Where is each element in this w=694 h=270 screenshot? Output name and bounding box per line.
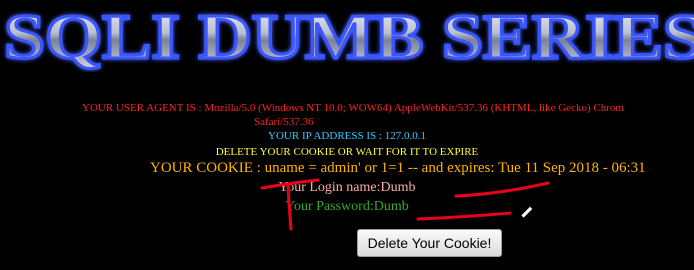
delete-cookie-notice: DELETE YOUR COOKIE OR WAIT FOR IT TO EXP… — [215, 146, 479, 158]
user-agent-continuation: Safari/537.36 — [254, 116, 314, 128]
banner-art: SQLI DUMB SERIES — [3, 0, 694, 72]
pen-cursor-icon — [518, 205, 534, 221]
login-name-label: Your Login name: — [278, 180, 381, 195]
user-agent-value: Mozilla/5.0 (Windows NT 10.0; WOW64) App… — [204, 102, 624, 114]
user-agent-label: YOUR USER AGENT IS : — [82, 102, 205, 114]
cookie-line: YOUR COOKIE : uname = admin' or 1=1 -- a… — [150, 160, 646, 176]
password-line: Your Password:Dumb — [0, 199, 694, 215]
ip-address-line: YOUR IP ADDRESS IS : 127.0.0.1 — [268, 130, 426, 142]
user-agent-line: YOUR USER AGENT IS : Mozilla/5.0 (Window… — [82, 101, 694, 129]
banner-title: SQLI DUMB SERIES — [4, 1, 694, 72]
login-name-line: Your Login name:Dumb — [0, 180, 694, 196]
password-value: Dumb — [373, 199, 409, 214]
password-label: Your Password: — [285, 199, 374, 214]
login-name-value: Dumb — [380, 180, 416, 195]
banner: SQLI DUMB SERIES — [0, 0, 694, 72]
delete-cookie-button[interactable]: Delete Your Cookie! — [357, 229, 502, 257]
